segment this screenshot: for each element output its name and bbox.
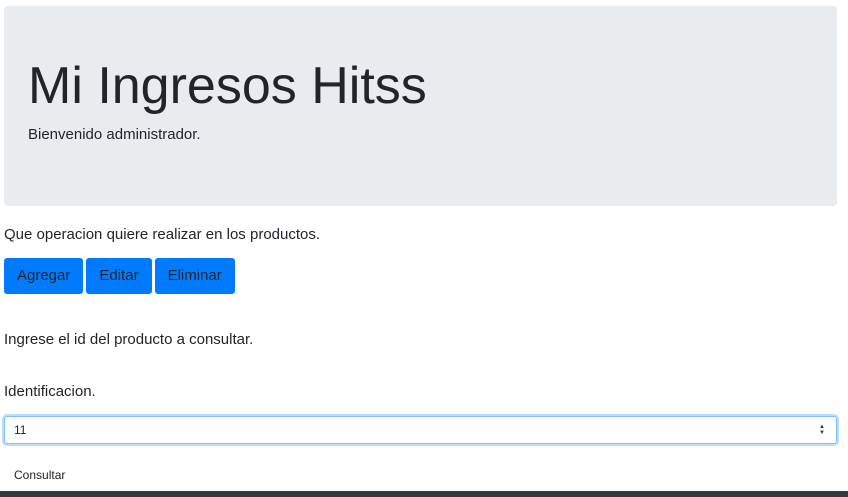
- operation-prompt: Que operacion quiere realizar en los pro…: [4, 226, 321, 243]
- header-jumbotron: Mi Ingresos Hitss Bienvenido administrad…: [4, 6, 837, 206]
- id-input[interactable]: [5, 417, 813, 443]
- spinner-down-icon[interactable]: ▼: [819, 430, 825, 436]
- welcome-message: Bienvenido administrador.: [28, 126, 201, 143]
- edit-button[interactable]: Editar: [86, 258, 152, 294]
- query-prompt: Ingrese el id del producto a consultar.: [4, 331, 254, 348]
- page-title: Mi Ingresos Hitss: [28, 57, 427, 115]
- number-spinner-icon[interactable]: ▲ ▼: [813, 417, 831, 443]
- id-label: Identificacion.: [4, 383, 96, 400]
- add-button[interactable]: Agregar: [4, 258, 84, 294]
- footer-bar: [0, 491, 848, 497]
- query-button[interactable]: Consultar: [14, 467, 65, 483]
- delete-button[interactable]: Eliminar: [154, 258, 235, 294]
- id-input-container: ▲ ▼: [4, 416, 837, 444]
- operation-buttons: Agregar Editar Eliminar: [4, 258, 235, 294]
